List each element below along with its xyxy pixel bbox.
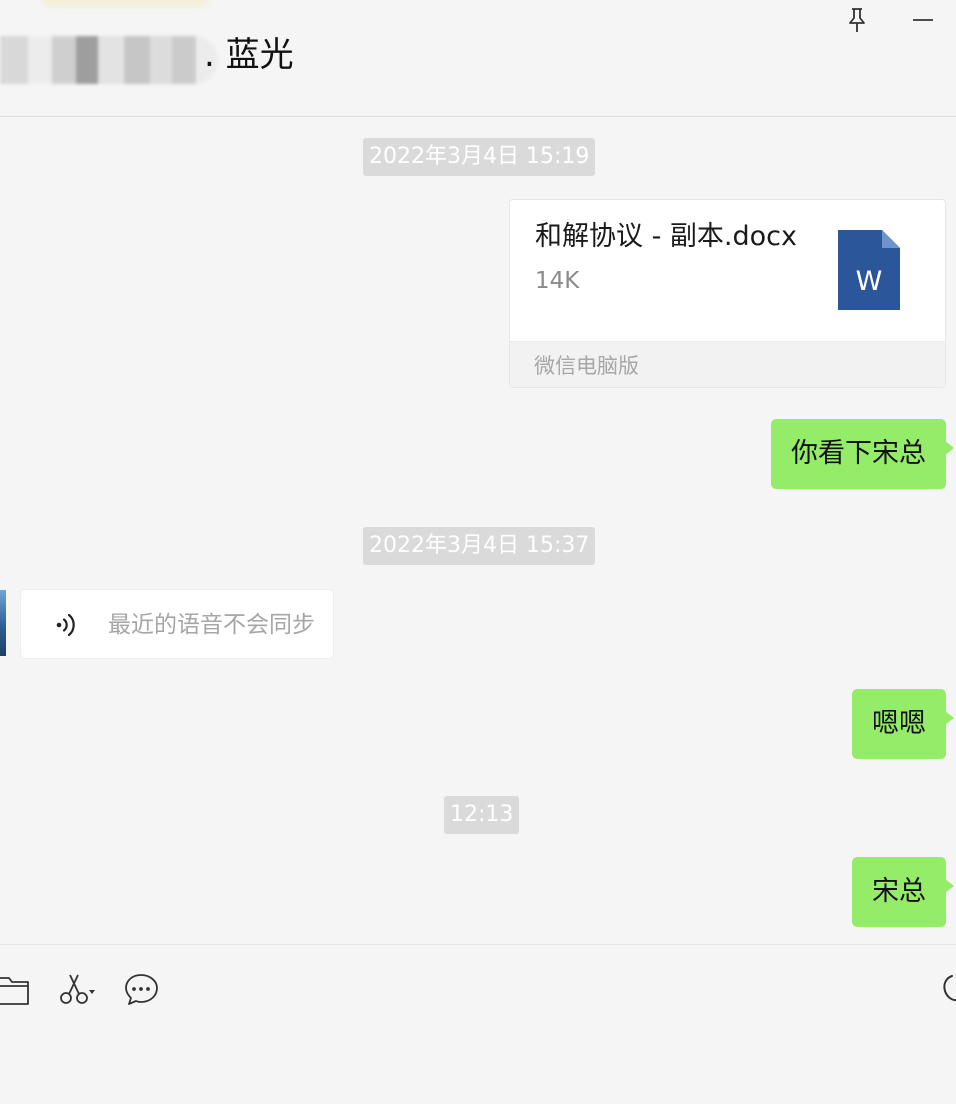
phone-icon bbox=[943, 975, 956, 1002]
chat-title: . 蓝光 bbox=[204, 35, 294, 75]
header-glow bbox=[40, 0, 210, 8]
folder-icon bbox=[0, 977, 29, 1005]
pin-icon bbox=[849, 8, 865, 32]
blurred-contact-name bbox=[0, 36, 218, 84]
timestamp: 2022年3月4日 15:19 bbox=[363, 138, 596, 176]
timestamp: 12:13 bbox=[444, 796, 520, 834]
minimize-button[interactable] bbox=[910, 8, 936, 32]
avatar[interactable] bbox=[0, 590, 6, 656]
word-document-icon: W bbox=[838, 230, 900, 310]
sent-message-bubble[interactable]: 你看下宋总 bbox=[771, 419, 954, 489]
sent-message-bubble[interactable]: 嗯嗯 bbox=[852, 689, 954, 759]
timestamp: 2022年3月4日 15:37 bbox=[363, 527, 596, 565]
screenshot-button[interactable] bbox=[58, 972, 98, 1008]
file-card-footer: 微信电脑版 bbox=[510, 341, 945, 387]
chat-bubble-icon bbox=[125, 974, 158, 1005]
input-divider bbox=[0, 944, 956, 945]
header-divider bbox=[0, 116, 956, 117]
voice-message-text: 最近的语音不会同步 bbox=[108, 612, 315, 638]
file-name: 和解协议 - 副本.docx bbox=[535, 221, 797, 252]
pin-button[interactable] bbox=[844, 6, 870, 34]
voice-wave-icon bbox=[56, 613, 75, 637]
chat-history-button[interactable] bbox=[123, 972, 161, 1008]
scissors-icon bbox=[60, 974, 95, 1004]
voice-message-bubble[interactable]: 最近的语音不会同步 bbox=[20, 589, 334, 659]
folder-button[interactable] bbox=[0, 972, 30, 1008]
word-icon-letter: W bbox=[856, 266, 883, 297]
file-size: 14K bbox=[535, 268, 580, 294]
minimize-icon bbox=[913, 19, 933, 21]
file-source: 微信电脑版 bbox=[534, 354, 639, 378]
voice-call-button[interactable] bbox=[938, 968, 956, 1008]
sent-message-bubble[interactable]: 宋总 bbox=[852, 857, 954, 927]
file-message-card[interactable]: 和解协议 - 副本.docx 14K W 微信电脑版 bbox=[509, 199, 946, 388]
